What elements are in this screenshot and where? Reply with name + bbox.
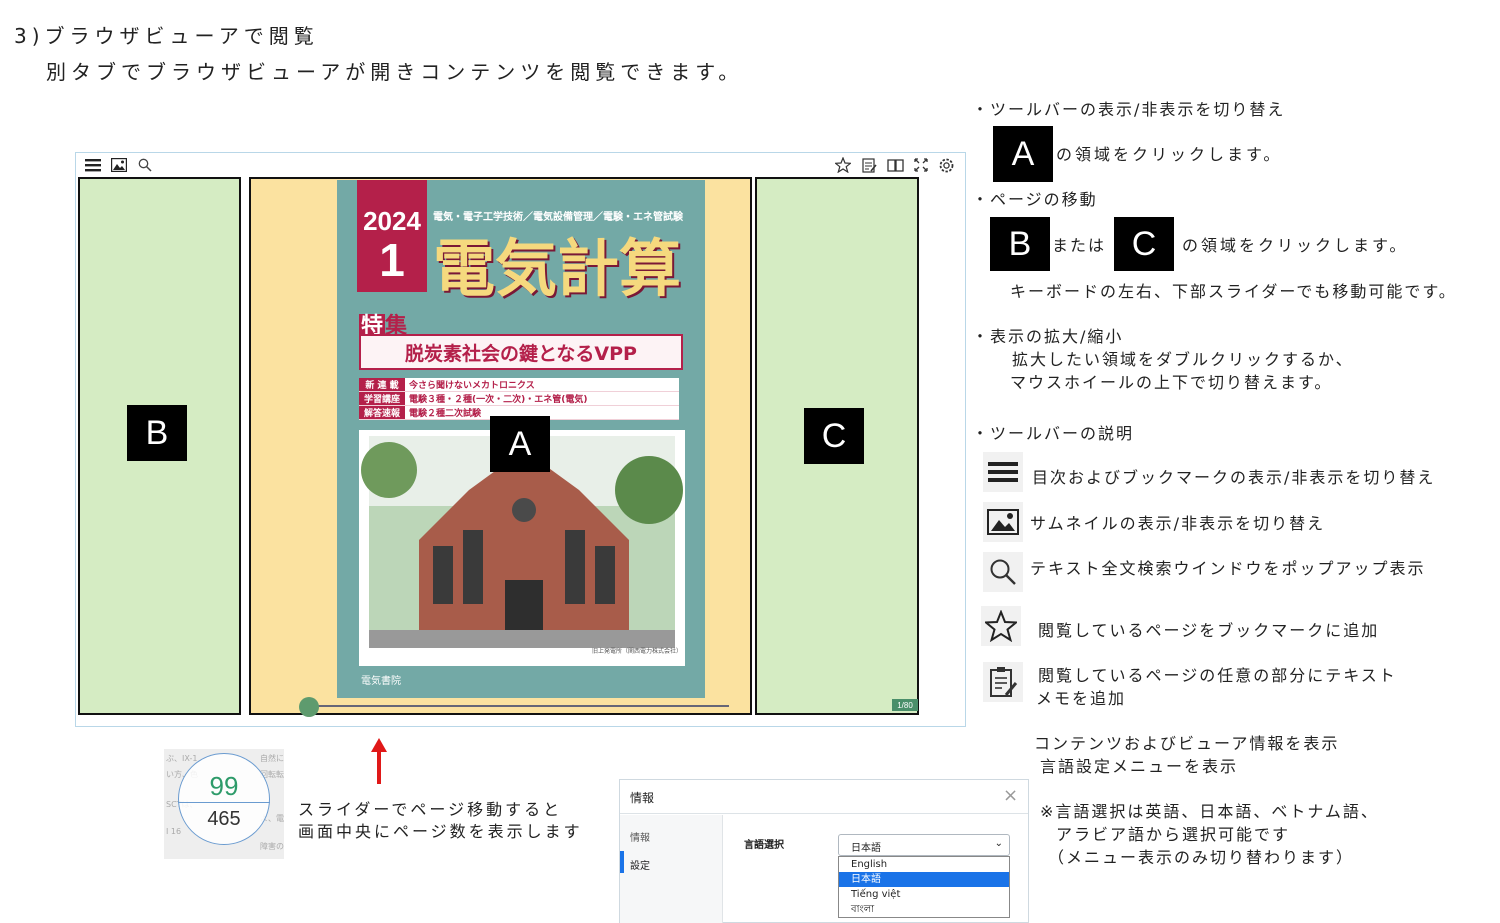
area-c-label: C <box>804 408 864 464</box>
help-page-move-or: または <box>1052 236 1107 255</box>
help-page-move-desc: の領域をクリックします。 <box>1182 236 1409 255</box>
thumbnail-icon[interactable] <box>110 156 128 174</box>
help-page-move-note: キーボードの左右、下部スライダーでも移動可能です。 <box>1010 282 1457 301</box>
help-item-text: 閲覧しているページの任意の部分にテキスト <box>1038 666 1397 685</box>
bookmark-star-icon <box>981 606 1021 646</box>
help-page-move-title: ・ページの移動 <box>972 190 1098 209</box>
help-c-label: C <box>1114 217 1174 271</box>
page-slider-handle[interactable] <box>299 697 319 717</box>
help-zoom-title: ・表示の拡大/縮小 <box>972 327 1124 346</box>
step-heading: 3)ブラウザビューアで閲覧 <box>14 24 319 48</box>
thumbnail-icon <box>983 502 1023 542</box>
language-label: 言語選択 <box>744 840 784 851</box>
page-counter-popup: ぶ、IX-1 自然に い方、色 回転転 SCTは、 よ、電 Ⅰ 16 障害の 9… <box>164 749 284 859</box>
feature-title: 脱炭素社会の鍵となるVPP <box>359 334 683 370</box>
fullscreen-icon[interactable] <box>912 156 930 174</box>
tab-info[interactable]: 情報 <box>630 829 650 844</box>
help-b-label: B <box>990 217 1050 271</box>
step-description: 別タブでブラウザビューアが開きコンテンツを閲覧できます。 <box>46 60 744 84</box>
current-page-number: 99 <box>209 771 239 801</box>
close-icon[interactable]: × <box>1003 785 1018 806</box>
search-icon <box>983 552 1023 592</box>
photo-caption: 旧上発電所（関西電力株式会社） <box>592 648 683 655</box>
help-zoom-line1: 拡大したい領域をダブルクリックするか、 <box>1012 350 1354 369</box>
language-option[interactable]: 日本語 <box>839 872 1009 887</box>
help-lang-note2: アラビア語から選択可能です <box>1056 825 1291 844</box>
publisher: 電気書院 <box>361 676 401 687</box>
help-toolbar-desc-title: ・ツールバーの説明 <box>972 424 1135 443</box>
memo-icon <box>983 662 1023 702</box>
help-item-text: サムネイルの表示/非表示を切り替え <box>1030 514 1326 533</box>
language-option[interactable]: বাংলা <box>839 902 1009 917</box>
help-info-line2: 言語設定メニューを表示 <box>1040 757 1239 776</box>
help-item-text2: メモを追加 <box>1036 689 1127 708</box>
chevron-down-icon: ⌄ <box>994 838 1003 849</box>
page-number-badge: 1/80 <box>892 699 918 711</box>
language-option[interactable]: Tiếng việt <box>839 887 1009 902</box>
language-dropdown[interactable]: English 日本語 Tiếng việt বাংলা <box>838 856 1010 918</box>
page-slider-track[interactable] <box>305 705 729 707</box>
area-a-label: A <box>490 416 550 472</box>
help-item-text: テキスト全文検索ウインドウをポップアップ表示 <box>1030 559 1426 578</box>
dialog-sidebar: 情報 設定 <box>620 815 723 923</box>
up-arrow-icon <box>371 738 387 784</box>
list-item: 新 連 載今さら聞けないメカトロニクス <box>359 378 679 392</box>
search-icon[interactable] <box>136 156 154 174</box>
help-info-line1: コンテンツおよびビューア情報を表示 <box>1034 734 1340 753</box>
language-option[interactable]: English <box>839 857 1009 872</box>
slider-note-line1: スライダーでページ移動すると <box>298 800 563 819</box>
dialog-title: 情報 <box>630 791 655 805</box>
help-lang-note3: （メニュー表示のみ切り替わります） <box>1048 848 1355 867</box>
memo-icon[interactable] <box>860 156 878 174</box>
help-zoom-line2: マウスホイールの上下で切り替えます。 <box>1010 373 1333 392</box>
book-info-icon[interactable] <box>886 156 904 174</box>
help-toolbar-toggle-title: ・ツールバーの表示/非表示を切り替え <box>972 100 1286 119</box>
help-item-text: 目次およびブックマークの表示/非表示を切り替え <box>1032 468 1436 487</box>
help-item-text: 閲覧しているページをブックマークに追加 <box>1038 621 1380 640</box>
area-b-label: B <box>127 405 187 461</box>
total-page-number: 465 <box>207 808 241 830</box>
help-toolbar-toggle-desc: の領域をクリックします。 <box>1056 145 1283 164</box>
slider-note-line2: 画面中央にページ数を表示します <box>298 822 583 841</box>
help-lang-note1: ※言語選択は英語、日本語、ベトナム語、 <box>1040 802 1379 821</box>
language-select[interactable]: 日本語 ⌄ <box>838 834 1010 856</box>
help-a-label: A <box>993 126 1053 182</box>
cover-title: 電気計算 <box>433 232 682 305</box>
tab-settings[interactable]: 設定 <box>630 857 650 872</box>
bookmark-star-icon[interactable] <box>834 156 852 174</box>
menu-icon <box>983 452 1023 492</box>
list-item: 学習講座 電験３種・２種(一次・二次)・エネ管(電気) <box>359 392 679 406</box>
issue-box: 2024 1 <box>357 180 427 292</box>
cover-contents: 新 連 載今さら聞けないメカトロニクス 学習講座 電験３種・２種(一次・二次)・エ… <box>359 378 679 420</box>
settings-gear-icon[interactable] <box>937 156 955 174</box>
menu-icon[interactable] <box>84 156 102 174</box>
